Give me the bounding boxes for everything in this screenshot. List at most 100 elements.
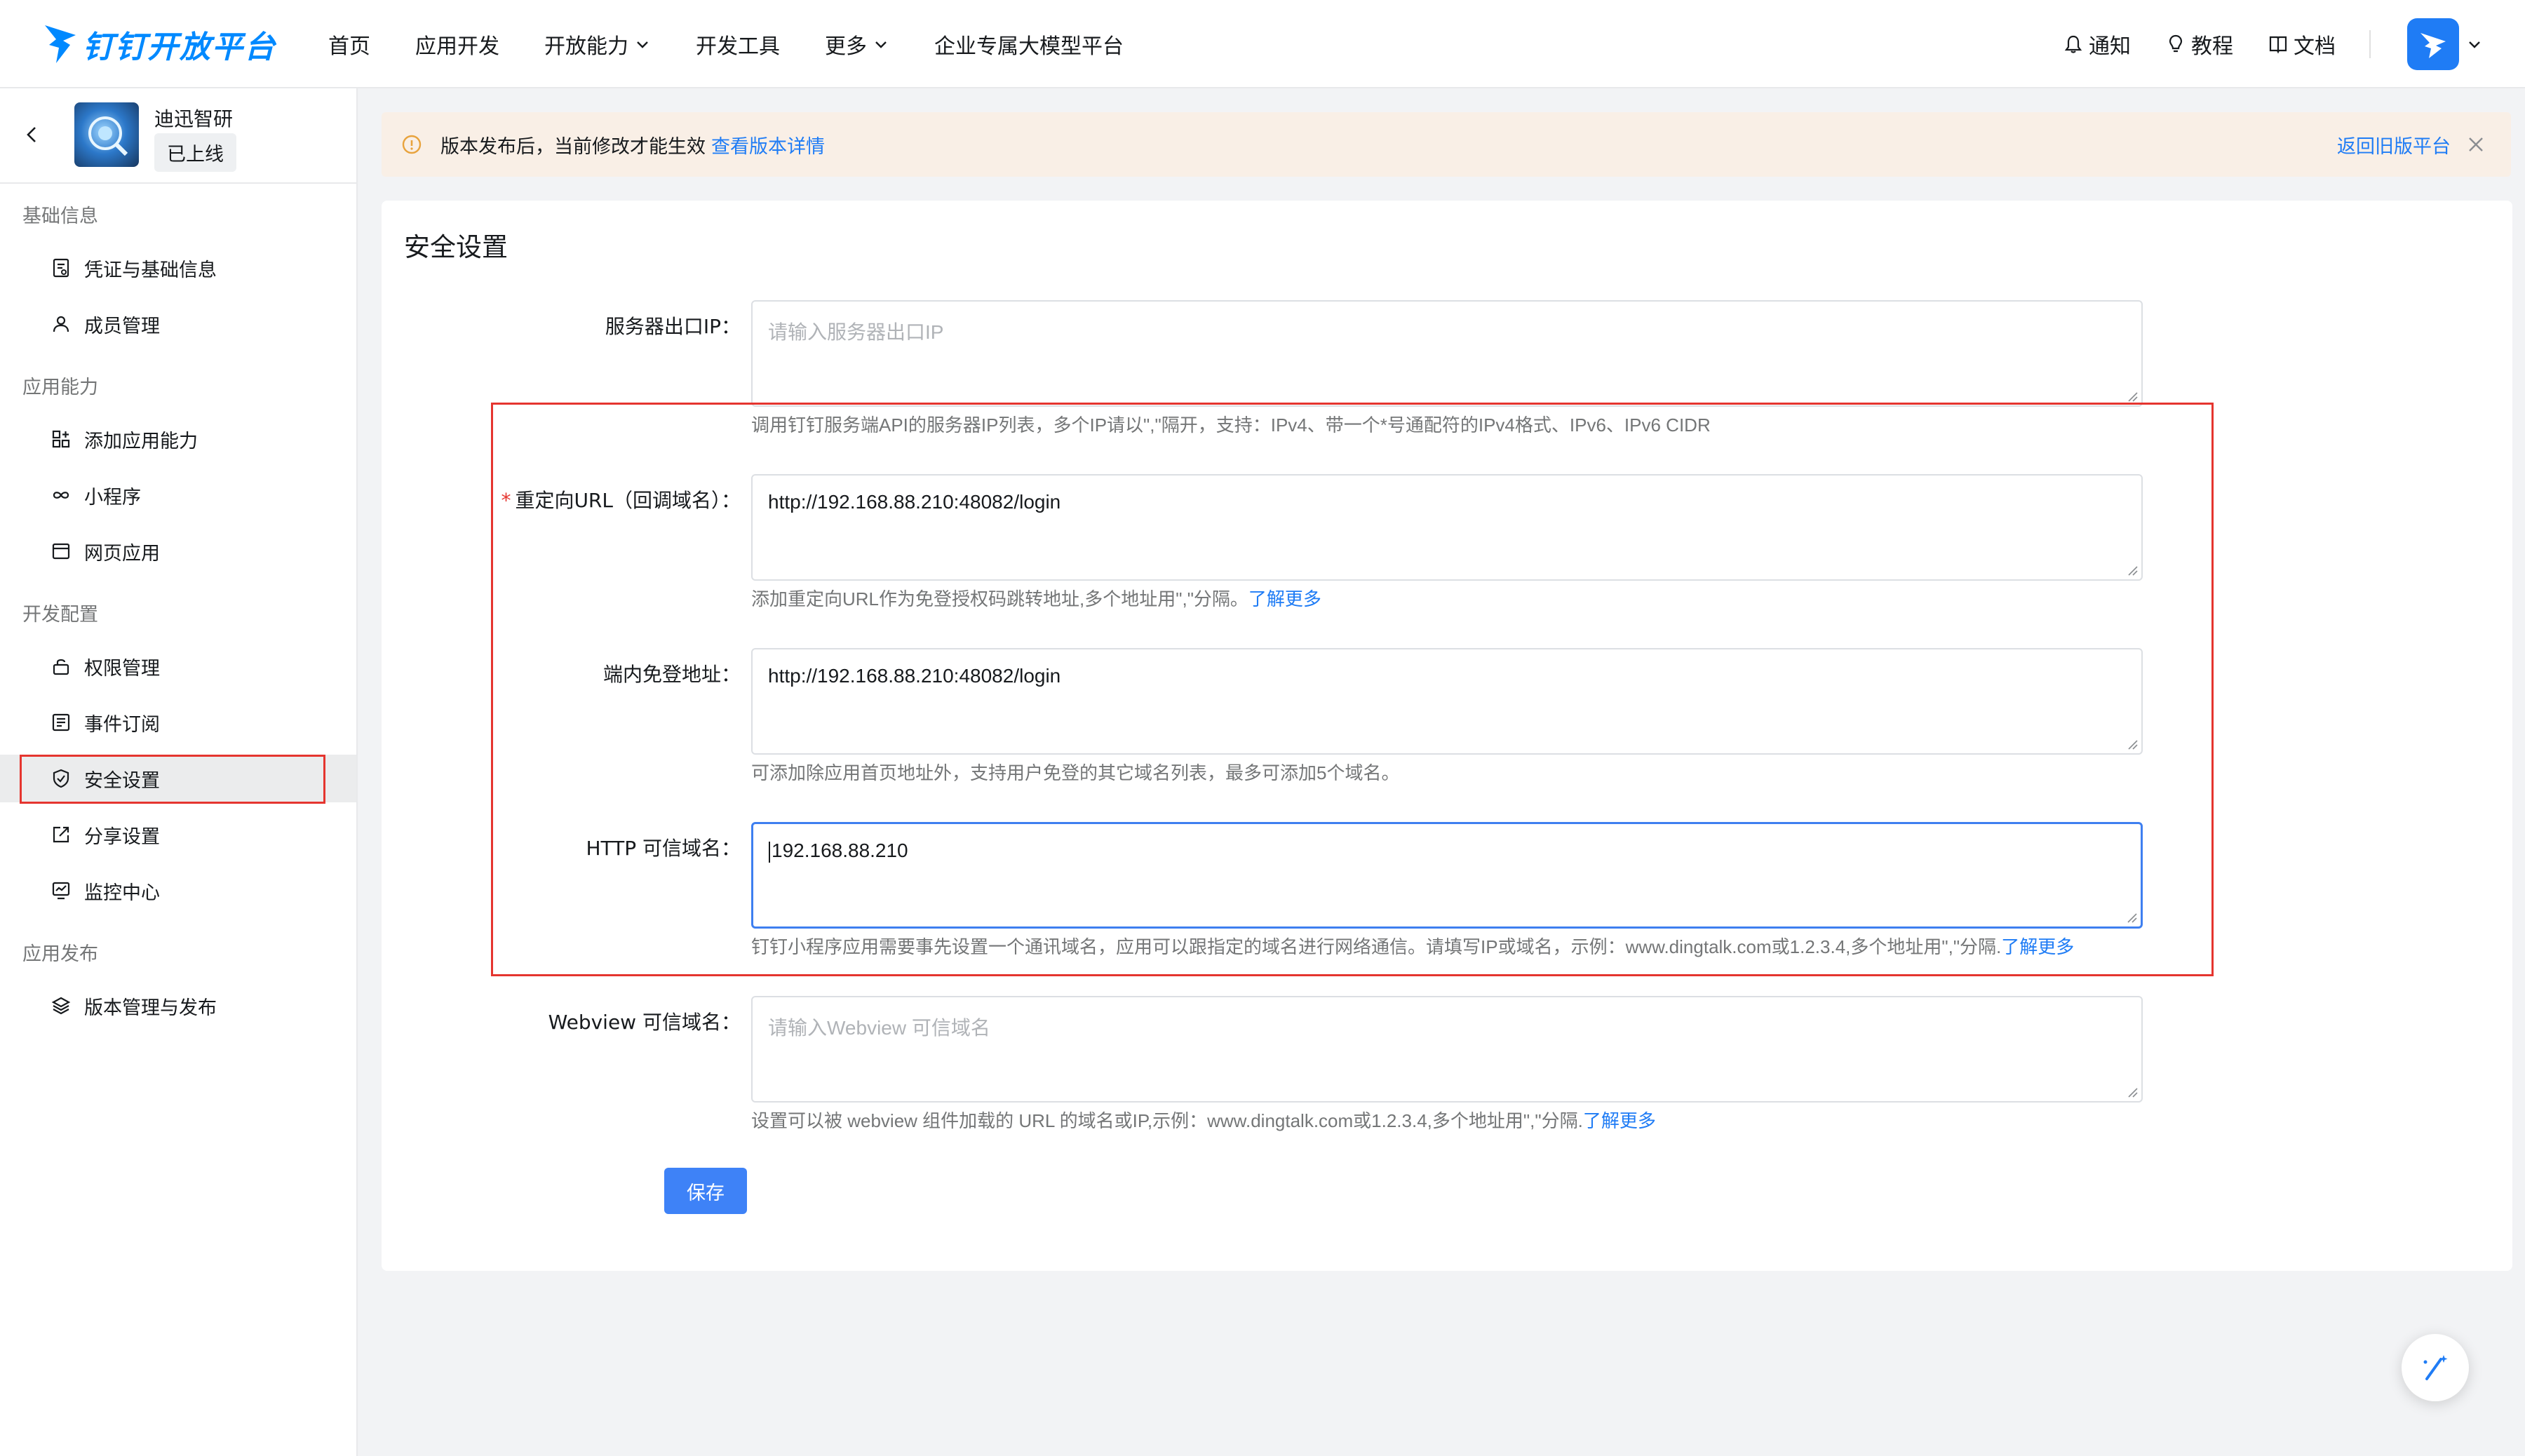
resize-handle-icon[interactable] — [2126, 390, 2139, 403]
webview-domain-label: Webview 可信域名： — [548, 1011, 741, 1034]
learn-more-link[interactable]: 了解更多 — [2001, 936, 2074, 957]
sidebar-item-permissions[interactable]: 权限管理 — [21, 642, 324, 690]
book-icon — [2269, 36, 2287, 54]
http-domain-input[interactable]: 192.168.88.210 — [751, 822, 2143, 929]
redirect-url-input[interactable]: http://192.168.88.210:48082/login — [751, 474, 2143, 581]
learn-more-link[interactable]: 了解更多 — [1583, 1110, 1656, 1131]
resize-handle-icon[interactable] — [2126, 1086, 2139, 1098]
magic-wand-icon — [2423, 1355, 2448, 1380]
sidebar-item-label: 监控中心 — [84, 882, 160, 904]
notice-actions: 返回旧版平台 — [2337, 112, 2486, 177]
webview-domain-hint-text: 设置可以被 webview 组件加载的 URL 的域名或IP,示例：www.di… — [751, 1110, 1583, 1131]
webview-domain-input[interactable]: 请输入Webview 可信域名 — [751, 996, 2143, 1103]
notify-link[interactable]: 通知 — [2062, 29, 2131, 60]
nav-dev-tools-label: 开发工具 — [696, 34, 780, 59]
nav-llm-platform[interactable]: 企业专属大模型平台 — [934, 29, 1124, 60]
section-basic: 基础信息 — [22, 205, 98, 227]
chevron-down-icon — [2469, 41, 2480, 48]
sidebar-item-label: 成员管理 — [84, 315, 160, 337]
sidebar-item-mini-program[interactable]: 小程序 — [21, 471, 324, 519]
webview-domain-hint: 设置可以被 webview 组件加载的 URL 的域名或IP,示例：www.di… — [751, 1107, 1656, 1133]
user-icon — [53, 316, 69, 332]
view-version-link[interactable]: 查看版本详情 — [711, 131, 825, 159]
dingtalk-logo-icon — [45, 25, 76, 63]
inapp-login-input[interactable]: http://192.168.88.210:48082/login — [751, 648, 2143, 755]
header-divider — [2369, 30, 2371, 58]
resize-handle-icon[interactable] — [2126, 738, 2139, 750]
resize-handle-icon[interactable] — [2125, 911, 2138, 924]
learn-more-link[interactable]: 了解更多 — [1248, 588, 1321, 609]
inapp-login-label: 端内免登地址： — [602, 663, 741, 686]
grid-add-icon — [52, 430, 70, 448]
nav-open-capability[interactable]: 开放能力 — [544, 29, 651, 60]
save-button[interactable]: 保存 — [664, 1168, 747, 1214]
sidebar-item-label: 权限管理 — [84, 657, 160, 680]
tutorial-label: 教程 — [2191, 34, 2233, 59]
header-actions: 通知 教程 文档 — [2062, 0, 2525, 88]
user-menu[interactable] — [2407, 18, 2483, 70]
browser-icon — [52, 543, 70, 560]
sidebar-item-label: 添加应用能力 — [84, 430, 198, 452]
nav-dev-tools[interactable]: 开发工具 — [696, 29, 780, 60]
nav-app-dev[interactable]: 应用开发 — [415, 29, 499, 60]
sidebar-item-security[interactable]: 安全设置 — [0, 755, 356, 802]
inapp-login-hint: 可添加除应用首页地址外，支持用户免登的其它域名列表，最多可添加5个域名。 — [751, 762, 1400, 783]
inapp-login-value: http://192.168.88.210:48082/login — [768, 665, 1061, 687]
close-icon[interactable] — [2466, 135, 2486, 154]
logo-text: 钉钉开放平台 — [83, 29, 276, 65]
http-domain-label: HTTP 可信域名： — [586, 837, 741, 860]
nav-more[interactable]: 更多 — [825, 29, 889, 60]
credential-icon — [53, 258, 69, 278]
app-name: 迪迅智研 — [154, 107, 234, 130]
nav-more-label: 更多 — [825, 34, 867, 59]
tutorial-link[interactable]: 教程 — [2164, 29, 2233, 60]
mini-program-icon — [53, 492, 69, 499]
server-ip-placeholder: 请输入服务器出口IP — [768, 321, 944, 343]
version-notice: 版本发布后，当前修改才能生效 查看版本详情 返回旧版平台 — [382, 112, 2511, 177]
sidebar-item-share[interactable]: 分享设置 — [21, 811, 324, 858]
back-arrow-icon[interactable] — [21, 123, 43, 146]
sidebar-item-events[interactable]: 事件订阅 — [21, 699, 324, 746]
nav-home[interactable]: 首页 — [328, 29, 370, 60]
server-ip-hint: 调用钉钉服务端API的服务器IP列表，多个IP请以","隔开，支持：IPv4、带… — [751, 414, 1711, 436]
subscription-icon — [52, 713, 70, 732]
sidebar-item-add-capability[interactable]: 添加应用能力 — [21, 415, 324, 463]
sidebar-item-web-app[interactable]: 网页应用 — [21, 527, 324, 575]
docs-link[interactable]: 文档 — [2267, 29, 2336, 60]
notice-text: 版本发布后，当前修改才能生效 — [440, 135, 706, 158]
redirect-url-value: http://192.168.88.210:48082/login — [768, 491, 1061, 513]
sidebar-item-versions[interactable]: 版本管理与发布 — [21, 982, 324, 1030]
sidebar-item-members[interactable]: 成员管理 — [21, 300, 324, 348]
sidebar-item-label: 网页应用 — [84, 542, 160, 565]
sidebar-item-monitor[interactable]: 监控中心 — [21, 867, 324, 915]
nav-llm-platform-label: 企业专属大模型平台 — [934, 34, 1124, 59]
dingtalk-logo[interactable]: 钉钉开放平台 — [42, 17, 276, 72]
http-domain-hint: 钉钉小程序应用需要事先设置一个通讯域名，应用可以跟指定的域名进行网络通信。请填写… — [751, 933, 2074, 959]
status-badge: 已上线 — [154, 133, 236, 172]
info-icon — [402, 135, 422, 154]
sidebar-item-credentials[interactable]: 凭证与基础信息 — [21, 244, 324, 292]
back-to-old-platform-link[interactable]: 返回旧版平台 — [2337, 131, 2451, 159]
page-title: 安全设置 — [404, 232, 508, 262]
shield-icon — [53, 769, 69, 788]
ai-assistant-button[interactable] — [2402, 1334, 2469, 1401]
share-icon — [53, 826, 69, 843]
sidebar: 迪迅智研 已上线 基础信息 凭证与基础信息 成员管理 应用能力 添加应用能力 小… — [0, 88, 358, 1456]
resize-handle-icon[interactable] — [2126, 564, 2139, 577]
section-publish: 应用发布 — [22, 943, 98, 965]
sidebar-item-label: 事件订阅 — [84, 713, 160, 736]
app-info: 迪迅智研 已上线 — [0, 88, 356, 184]
redirect-url-label-text: 重定向URL（回调域名）： — [515, 489, 741, 512]
server-ip-input[interactable]: 请输入服务器出口IP — [751, 300, 2143, 407]
redirect-url-hint-text: 添加重定向URL作为免登授权码跳转地址,多个地址用","分隔。 — [751, 588, 1248, 609]
chevron-down-icon — [875, 41, 887, 48]
section-dev-config: 开发配置 — [22, 604, 98, 626]
docs-label: 文档 — [2294, 34, 2336, 59]
sidebar-item-label: 版本管理与发布 — [84, 997, 217, 1019]
http-domain-hint-text: 钉钉小程序应用需要事先设置一个通讯域名，应用可以跟指定的域名进行网络通信。请填写… — [751, 936, 2002, 957]
sidebar-item-label: 小程序 — [84, 486, 141, 508]
redirect-url-label: * 重定向URL（回调域名）： — [390, 485, 741, 513]
chevron-down-icon — [637, 41, 648, 48]
required-mark: * — [501, 489, 511, 512]
app-logo-icon — [88, 116, 128, 156]
